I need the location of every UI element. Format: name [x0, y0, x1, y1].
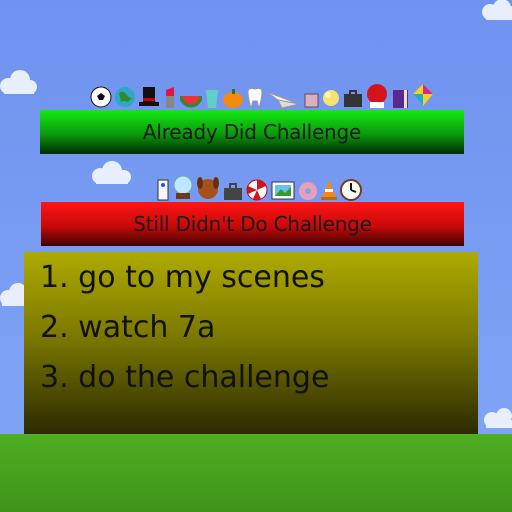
instruction-step-1: 1. go to my scenes	[40, 260, 325, 295]
lipstick-icon	[166, 87, 174, 108]
cone-icon	[321, 180, 337, 200]
already-did-characters	[90, 80, 436, 110]
still-didnt-do-challenge-label: Still Didn't Do Challenge	[133, 212, 372, 236]
boxing-glove-icon	[367, 84, 387, 108]
peppermint-icon	[246, 179, 268, 201]
top-hat-icon	[139, 87, 159, 106]
briefcase-icon	[344, 90, 362, 107]
cloud	[484, 408, 512, 428]
pumpkin-icon	[223, 89, 243, 108]
grass-ground	[0, 434, 512, 512]
paper-plane-icon	[266, 91, 300, 109]
watermelon-icon	[180, 95, 202, 108]
snow-globe-icon	[173, 175, 193, 199]
still-didnt-do-challenge-banner: Still Didn't Do Challenge	[41, 202, 464, 246]
donut-icon	[299, 182, 317, 200]
instruction-step-3: 3. do the challenge	[40, 360, 330, 395]
cloud	[92, 161, 131, 184]
popcorn-icon	[323, 90, 339, 106]
still-didnt-characters	[156, 172, 364, 202]
suitcase-icon	[224, 183, 242, 200]
instruction-step-2: 2. watch 7a	[40, 310, 216, 345]
remote-icon	[157, 179, 169, 201]
cloud	[0, 70, 37, 94]
cup-icon	[206, 90, 218, 108]
cube-icon	[304, 93, 319, 108]
already-did-challenge-label: Already Did Challenge	[142, 120, 362, 144]
clock-icon	[340, 179, 362, 201]
dog-icon	[197, 177, 219, 199]
already-did-challenge-banner: Already Did Challenge	[40, 110, 464, 154]
picture-frame-icon	[271, 181, 295, 200]
globe-icon	[115, 87, 135, 107]
instructions-panel: 1. go to my scenes 2. watch 7a 3. do the…	[24, 252, 478, 434]
tooth-icon	[247, 87, 263, 110]
kite-icon	[413, 84, 433, 106]
soccer-ball-icon	[90, 86, 112, 108]
book-icon	[393, 90, 408, 108]
cloud	[482, 0, 512, 20]
